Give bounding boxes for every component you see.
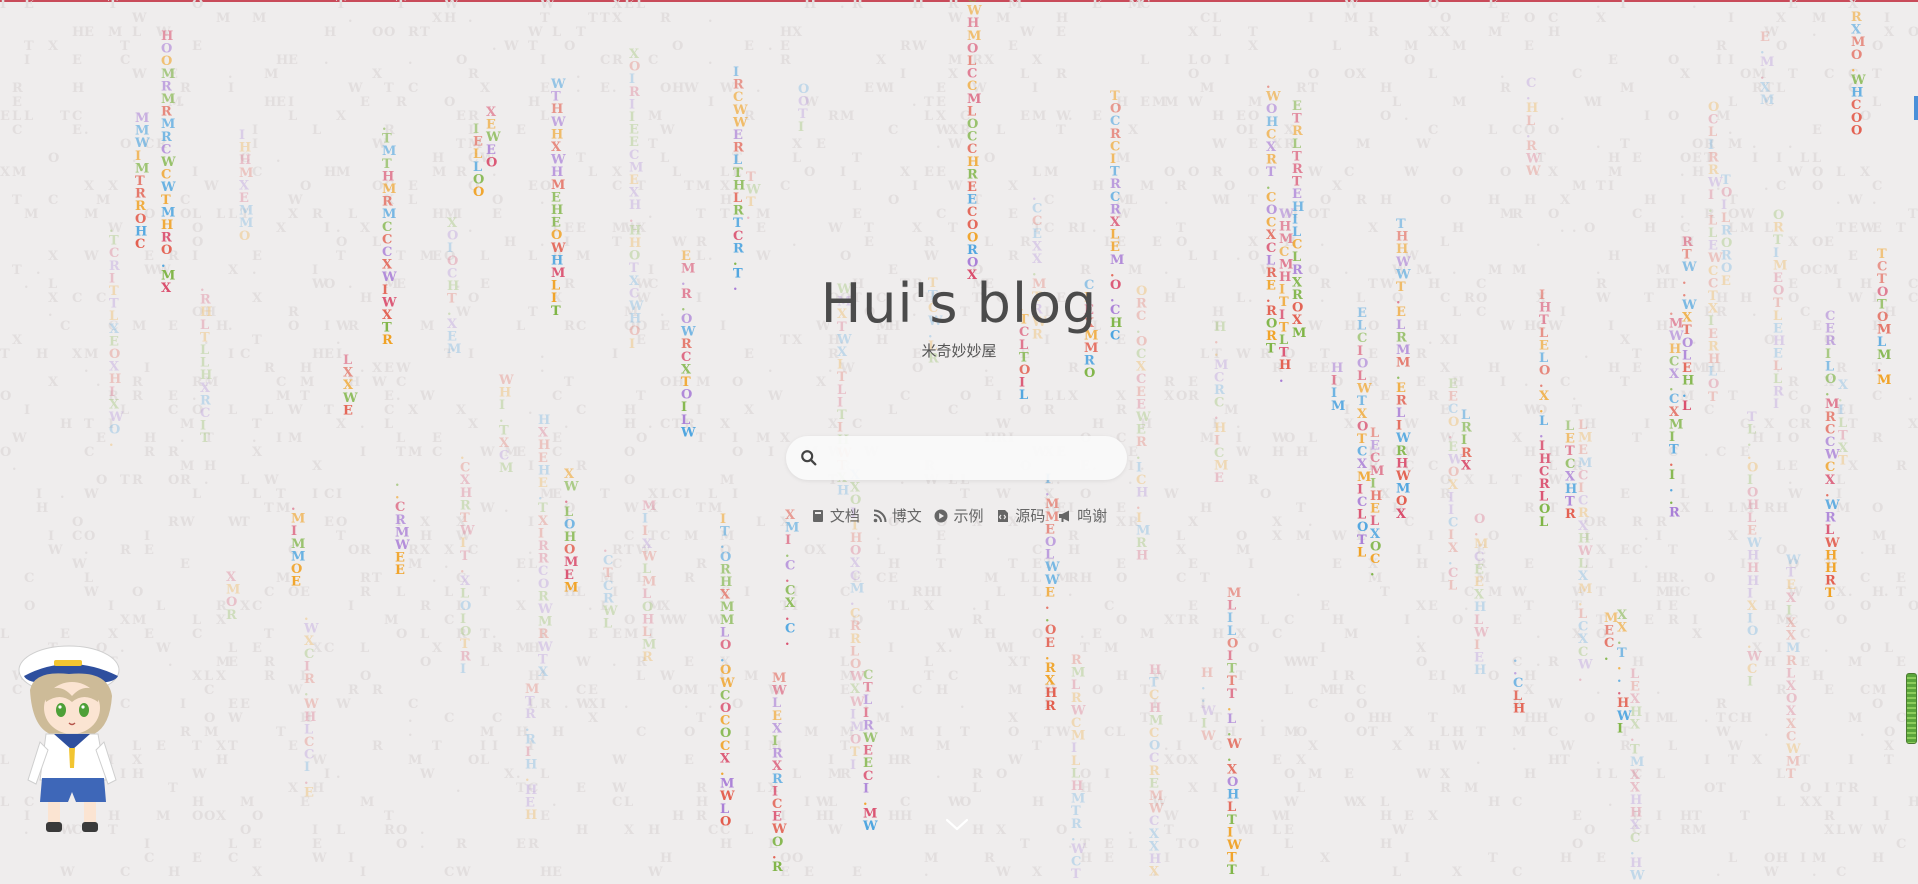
nav-link-docs[interactable]: 文档	[811, 505, 860, 526]
nav-links: 文档 博文 示例 源码 鸣谢	[0, 505, 1918, 527]
site-title: Hui's blog	[820, 272, 1098, 335]
book-icon	[812, 509, 823, 522]
nav-link-examples[interactable]: 示例	[934, 505, 984, 526]
search-box[interactable]	[786, 436, 1127, 480]
hero-section: Hui's blog 米奇妙妙屋 文档 博文 示例 源码 鸣谢	[0, 0, 1918, 884]
scrollbar-thumb[interactable]	[1906, 673, 1917, 744]
search-input[interactable]	[830, 444, 1114, 474]
search-icon[interactable]	[800, 449, 818, 467]
nav-link-label: 博文	[891, 507, 922, 525]
nav-link-posts[interactable]: 博文	[873, 505, 922, 526]
nav-link-thanks[interactable]: 鸣谢	[1058, 505, 1107, 526]
nav-link-source[interactable]: 源码	[996, 505, 1045, 526]
site-subtitle: 米奇妙妙屋	[921, 342, 997, 360]
rss-icon	[873, 509, 887, 522]
scroll-down-chevron-icon[interactable]	[944, 816, 970, 834]
megaphone-icon	[1059, 510, 1070, 522]
nav-link-label: 鸣谢	[1077, 507, 1108, 525]
scroll-position-indicator	[1914, 96, 1918, 120]
nav-link-label: 示例	[953, 507, 984, 525]
nav-link-label: 源码	[1015, 507, 1046, 525]
mascot-sailor-character[interactable]	[14, 630, 129, 840]
code-file-icon	[998, 509, 1009, 522]
nav-link-label: 文档	[829, 507, 860, 525]
play-icon	[934, 509, 948, 522]
